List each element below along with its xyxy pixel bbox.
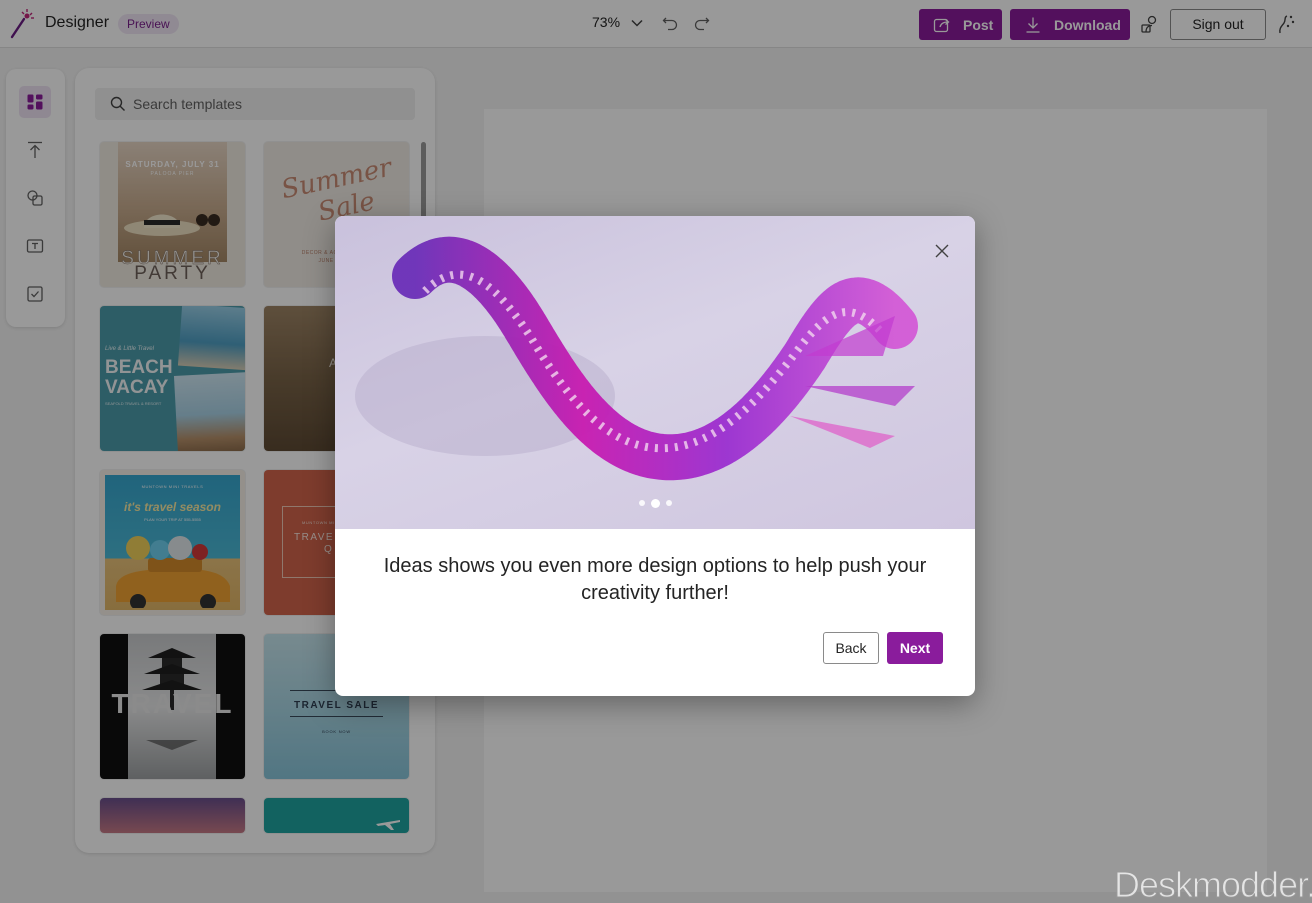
carousel-dot[interactable]	[665, 500, 672, 506]
dialog-message: Ideas shows you even more design options…	[383, 555, 927, 604]
next-button[interactable]: Next	[887, 632, 943, 664]
ribbon-art	[355, 236, 918, 481]
back-button[interactable]: Back	[823, 632, 879, 664]
close-button[interactable]	[930, 239, 954, 263]
carousel-dots	[335, 498, 975, 508]
ideas-tour-dialog: Ideas shows you even more design options…	[335, 216, 975, 696]
close-icon	[935, 244, 949, 258]
carousel-dot[interactable]	[638, 500, 645, 506]
watermark: Deskmodder.de	[1113, 864, 1312, 903]
carousel-dot-active[interactable]	[650, 498, 660, 508]
hero-image	[335, 216, 975, 529]
